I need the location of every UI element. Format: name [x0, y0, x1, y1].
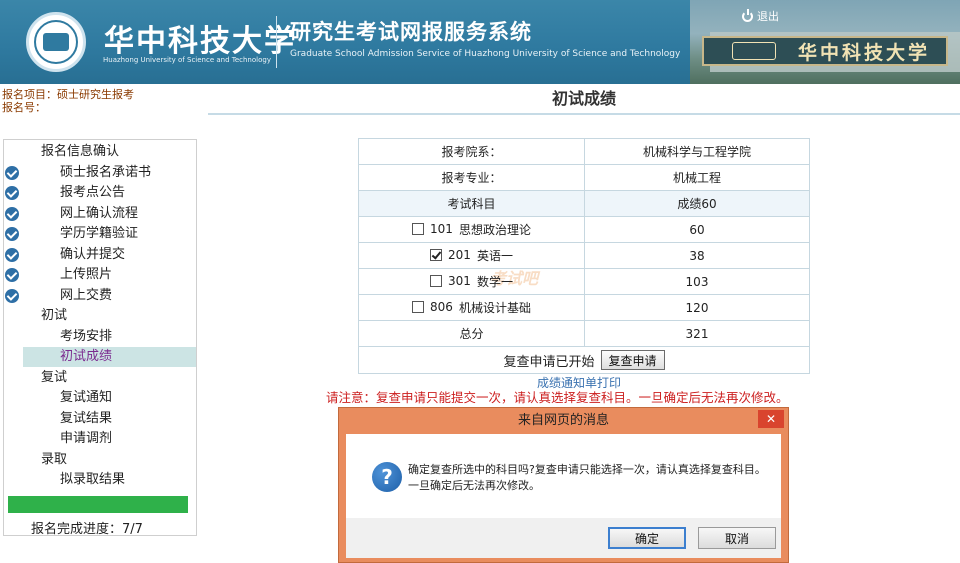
- sidebar-section-confirm: 报名信息确认: [41, 144, 120, 159]
- dialog-body: ? 确定复查所选中的科目吗?复查申请只能选择一次，请认真选择复查科目。一旦确定后…: [346, 434, 781, 518]
- cancel-button[interactable]: 取消: [698, 527, 776, 549]
- confirm-dialog: 来自网页的消息 ✕ ? 确定复查所选中的科目吗?复查申请只能选择一次，请认真选择…: [338, 407, 789, 563]
- project-info: 报名项目：硕士研究生报考 报名号：: [2, 88, 134, 114]
- close-icon[interactable]: ✕: [758, 410, 784, 428]
- university-logo-icon: [26, 12, 86, 72]
- sidebar-item-pledge[interactable]: 硕士报名承诺书: [60, 163, 151, 183]
- subject-score: 60: [584, 216, 810, 243]
- subject-code: 301: [448, 274, 471, 289]
- progress-bar: [8, 496, 188, 513]
- subject-checkbox[interactable]: [430, 249, 443, 262]
- dialog-title: 来自网页的消息: [517, 413, 609, 428]
- header-divider: [276, 16, 277, 68]
- sidebar-item-photo[interactable]: 上传照片: [60, 265, 112, 285]
- progress-label: 报名完成进度：7/7: [31, 522, 143, 537]
- review-request-button[interactable]: 复查申请: [600, 350, 665, 370]
- sidebar: 报名信息确认 硕士报名承诺书 报考点公告 网上确认流程 学历学籍验证 确认并提交…: [3, 139, 197, 537]
- subject-code: 806: [430, 300, 453, 315]
- review-action-row: 复查申请已开始 复查申请: [358, 347, 810, 374]
- table-row: 101 思想政治理论 60: [358, 216, 810, 243]
- sidebar-section-admission: 录取: [41, 452, 68, 467]
- subject-checkbox[interactable]: [412, 223, 425, 236]
- major-label: 报考专业：: [358, 164, 585, 191]
- ok-button[interactable]: 确定: [608, 527, 686, 549]
- check-icon: [5, 186, 19, 200]
- gate-text: 华中科技大学: [798, 42, 931, 64]
- sidebar-item-initial-score[interactable]: 初试成绩: [23, 347, 196, 367]
- dept-value: 机械科学与工程学院: [584, 138, 810, 165]
- score-header: 成绩60: [584, 190, 810, 217]
- sidebar-item-retest-result[interactable]: 复试结果: [60, 409, 112, 429]
- dialog-footer: 确定 取消: [346, 518, 781, 558]
- review-notice: 请注意：复查申请只能提交一次，请认真选择复查科目。一旦确定后无法再次修改。: [326, 390, 789, 405]
- sidebar-section-retest: 复试: [41, 370, 68, 385]
- subject-name: 机械设计基础: [458, 300, 531, 315]
- gate-logo-icon: [732, 42, 776, 60]
- university-name-en: Huazhong University of Science and Techn…: [103, 56, 271, 64]
- sidebar-item-admission-result[interactable]: 拟录取结果: [60, 470, 125, 490]
- sidebar-item-degree-verify[interactable]: 学历学籍验证: [60, 224, 138, 244]
- sidebar-item-online-confirm[interactable]: 网上确认流程: [60, 204, 138, 224]
- dept-label: 报考院系：: [358, 138, 585, 165]
- logout-button[interactable]: 退出: [742, 8, 779, 24]
- dialog-message: 确定复查所选中的科目吗?复查申请只能选择一次，请认真选择复查科目。一旦确定后无法…: [408, 463, 766, 492]
- table-row: 806 机械设计基础 120: [358, 294, 810, 321]
- logout-label: 退出: [757, 10, 779, 23]
- check-icon: [5, 248, 19, 262]
- project-label: 报名项目：: [2, 88, 57, 101]
- project-value: 硕士研究生报考: [57, 88, 134, 101]
- sidebar-section-initial-exam: 初试: [41, 308, 68, 323]
- sidebar-item-adjustment[interactable]: 申请调剂: [60, 429, 112, 449]
- campus-gate-image: 华中科技大学: [690, 0, 960, 84]
- power-icon: [742, 8, 753, 22]
- score-table: 报考院系： 机械科学与工程学院 报考专业： 机械工程 考试科目 成绩60 101…: [358, 138, 810, 347]
- subject-header: 考试科目: [358, 190, 585, 217]
- university-name: 华中科技大学: [104, 24, 296, 59]
- sidebar-item-retest-notice[interactable]: 复试通知: [60, 388, 112, 408]
- question-icon: ?: [372, 462, 402, 492]
- check-icon: [5, 268, 19, 282]
- subject-name: 数学一: [476, 274, 513, 289]
- sidebar-item-announcement[interactable]: 报考点公告: [60, 183, 125, 203]
- subject-score: 120: [584, 294, 810, 321]
- sidebar-item-payment[interactable]: 网上交费: [60, 286, 112, 306]
- sidebar-item-submit[interactable]: 确认并提交: [60, 245, 125, 265]
- site-header: 华中科技大学 Huazhong University of Science an…: [0, 0, 960, 84]
- check-icon: [5, 166, 19, 180]
- total-value: 321: [584, 320, 810, 347]
- subject-checkbox[interactable]: [430, 275, 443, 288]
- total-label: 总分: [358, 320, 585, 347]
- sidebar-item-exam-room[interactable]: 考场安排: [60, 327, 112, 347]
- major-value: 机械工程: [584, 164, 810, 191]
- reg-no-label: 报名号：: [2, 101, 46, 114]
- system-title: 研究生考试网报服务系统: [290, 20, 532, 44]
- check-icon: [5, 227, 19, 241]
- subject-code: 201: [448, 248, 471, 263]
- subject-checkbox[interactable]: [412, 301, 425, 314]
- subject-code: 101: [430, 222, 453, 237]
- table-row: 201 英语一 38: [358, 242, 810, 269]
- system-title-en: Graduate School Admission Service of Hua…: [290, 49, 681, 59]
- check-icon: [5, 289, 19, 303]
- subject-score: 103: [584, 268, 810, 295]
- page-title: 初试成绩: [208, 88, 960, 115]
- review-status: 复查申请已开始: [503, 354, 595, 370]
- table-row: 301 数学一 103: [358, 268, 810, 295]
- subject-name: 英语一: [476, 248, 513, 263]
- subject-name: 思想政治理论: [458, 222, 531, 237]
- progress-fill: [8, 496, 188, 513]
- check-icon: [5, 207, 19, 221]
- subject-score: 38: [584, 242, 810, 269]
